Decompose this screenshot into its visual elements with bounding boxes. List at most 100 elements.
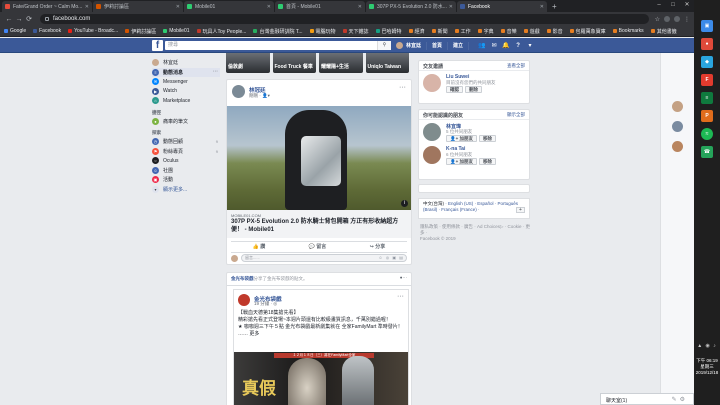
minimize-icon[interactable]: – [652,0,666,12]
bookmark-item[interactable]: Facebook [33,28,61,34]
bookmark-item[interactable]: 巴哈姆特 [375,28,402,35]
help-icon[interactable]: ? [514,43,522,49]
story-card[interactable]: Uniqlo Taiwan [365,53,409,73]
bookmark-item[interactable]: YouTube - Broadc... [68,28,118,34]
spotify-icon[interactable]: ≈ [701,128,713,140]
avatar[interactable] [423,74,441,92]
sidebar-item[interactable]: ≡ 動態消息 ··· [152,67,220,77]
add-friend-button[interactable]: 👤+ 加朋友 [446,135,477,142]
tab-close-icon[interactable]: ✕ [85,4,89,10]
tab-close-icon[interactable]: ✕ [267,4,271,10]
app-icon[interactable]: F [701,74,713,86]
avatar[interactable] [672,101,683,112]
system-clock[interactable]: 下午 06:19 星期三 2019/12/18 [694,358,720,376]
sidebar-item-profile[interactable]: 林宜廷 [152,58,220,68]
tray-icons[interactable]: ▲ ◉ ♪ [694,343,720,349]
avatar[interactable] [238,294,250,306]
bookmark-item[interactable]: 音樂 [500,28,517,35]
bookmark-item[interactable]: 遊戲 [523,28,540,35]
delete-button[interactable]: 刪除 [465,86,482,93]
notifications-icon[interactable]: 🔔 [502,42,510,49]
bookmark-item[interactable]: 包羅萬象寶庫 [569,28,606,35]
reload-icon[interactable]: ⟳ [24,15,34,23]
browser-tab[interactable]: Fate/Grand Order ~ Calm Mo... ✕ [2,1,92,12]
nav-home[interactable]: 首頁 [432,42,442,49]
story-card[interactable]: 耀耀陽+生活 [319,53,363,73]
footer-links[interactable]: 隱私政策 · 使用條款 · 廣告 · Ad Choices▷ · Cookie … [420,224,530,236]
link-preview[interactable]: MOBILE01.COM 307P PX-5 Evolution 2.0 防水騎… [227,210,411,238]
profile-icon[interactable] [674,16,680,22]
post-image[interactable]: i [227,106,411,210]
back-icon[interactable]: ← [4,16,14,23]
messenger-icon[interactable]: ✉ [490,42,498,49]
story-card[interactable]: Food Truck 餐車 [272,53,316,73]
add-language-button[interactable]: + [516,207,525,213]
browser-tab[interactable]: 伊莉討論區 ✕ [93,1,183,12]
facebook-logo-icon[interactable]: f [152,40,163,51]
nav-create[interactable]: 建立 [453,42,463,49]
tab-close-icon[interactable]: ✕ [176,4,180,10]
audience-icon[interactable]: 👤▾ [262,93,270,98]
browser-tab[interactable]: Mobile01 ✕ [184,1,274,12]
tab-close-icon[interactable]: ✕ [358,4,362,10]
bookmark-item[interactable]: 經濟 [408,28,425,35]
url-input[interactable]: facebook.com [40,14,649,24]
confirm-button[interactable]: 確認 [446,86,463,93]
star-icon[interactable]: ☆ [655,16,660,23]
chat-tools-icon[interactable]: ✎⚙ [672,396,688,403]
sidebar-item[interactable]: ▶ Watch [152,87,220,97]
like-button[interactable]: 👍 讚 [253,243,266,250]
avatar[interactable] [396,42,403,49]
see-all-link[interactable]: 顯示全部 [507,112,525,118]
see-all-link[interactable]: 查看全部 [507,63,525,69]
bookmark-item[interactable]: 工作 [454,28,471,35]
remove-button[interactable]: 移除 [478,158,496,165]
app-icon[interactable]: ◆ [701,56,713,68]
more-options-icon[interactable]: ●··· [400,275,407,280]
app-icon[interactable]: ≡ [701,92,713,104]
tab-close-icon[interactable]: ✕ [449,4,453,10]
sidebar-item[interactable]: ⚑ 粉絲專頁 9 [152,147,220,157]
remove-button[interactable]: 移除 [478,135,496,142]
sidebar-item[interactable]: ▣ 活動 [152,175,220,185]
bookmark-item[interactable]: Mobile01 [163,28,190,34]
comment-button[interactable]: 💬 留言 [309,243,327,250]
avatar[interactable] [423,123,441,141]
browser-tab[interactable]: 307P PX-5 Evolution 2.0 防水... ✕ [366,1,456,12]
chat-bar[interactable]: 聊天室(1) ✎⚙ [600,393,694,405]
app-icon[interactable]: ☎ [701,146,713,158]
sharer-name[interactable]: 金光布袋戲 [231,276,254,281]
more-options-icon[interactable]: ··· [213,69,218,75]
more-options-icon[interactable]: ··· [397,293,404,300]
bookmark-item[interactable]: 電腦玩物 [309,28,336,35]
bookmark-item[interactable]: 新聞 [431,28,448,35]
new-tab-icon[interactable]: + [548,2,561,12]
friends-icon[interactable]: 👥 [478,42,486,49]
search-icon[interactable]: ⚲ [377,41,391,50]
add-friend-button[interactable]: 👤+ 加朋友 [446,158,477,165]
see-more-link[interactable]: ▾ 顯示更多... [152,185,220,195]
sidebar-item[interactable]: ● 痛車的筆文 [152,117,220,127]
sidebar-item[interactable]: ✉ Messenger [152,77,220,87]
bookmark-item[interactable]: Google [4,28,26,34]
extension-icon[interactable] [664,16,670,22]
app-icon[interactable]: ▣ [701,20,713,32]
bookmark-item[interactable]: Bookmarks [612,28,644,34]
post-image[interactable]: １２月１８日（三）將在FamilyMart全家 真假 [234,352,408,405]
share-button[interactable]: ↪ 分享 [370,243,386,250]
bookmark-item[interactable]: 天下雜誌 [342,28,369,35]
bookmark-item[interactable]: 玩具人Toy People... [196,28,246,35]
browser-tab[interactable]: 首頁 - Mobile01 ✕ [275,1,365,12]
info-icon[interactable]: i [401,200,408,207]
account-menu-icon[interactable]: ▾ [526,42,534,49]
bookmark-item[interactable]: 影音 [546,28,563,35]
sidebar-item[interactable]: ⌂ Marketplace [152,96,220,106]
app-icon[interactable]: P [701,110,713,122]
tab-close-icon[interactable]: ✕ [540,4,544,10]
more-options-icon[interactable]: ··· [399,84,406,91]
bookmark-item[interactable]: 台灣金融研訓院 T... [253,28,303,35]
close-icon[interactable]: ✕ [680,0,694,12]
bookmark-item[interactable]: 其他書籤 [650,28,677,35]
story-card[interactable]: 倫敦劇 [226,53,270,73]
sidebar-item[interactable]: ○ Oculus [152,156,220,166]
